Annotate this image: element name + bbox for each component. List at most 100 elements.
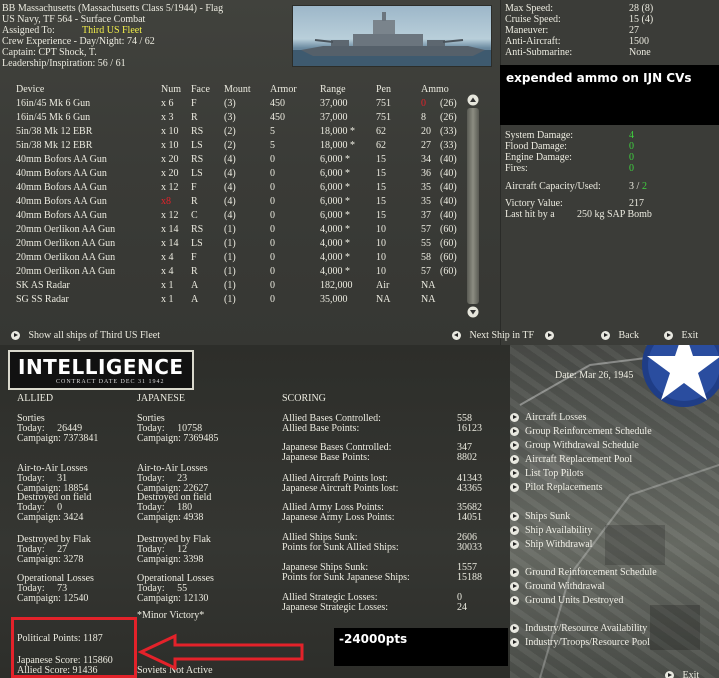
intel-menu-item[interactable]: Ground Units Destroyed <box>510 595 623 606</box>
exit-button[interactable]: Exit <box>664 330 698 341</box>
assigned-to-link[interactable]: Third US Fleet <box>82 25 142 36</box>
device-ammo: 0 <box>421 98 426 109</box>
device-range: 6,000 * <box>320 168 350 179</box>
arrow-left-icon[interactable] <box>452 331 461 341</box>
device-num: x 20 <box>161 154 179 165</box>
intel-menu-label: Ground Reinforcement Schedule <box>525 567 657 578</box>
intel-menu-label: Ships Sunk <box>525 511 571 522</box>
score-value: 24 <box>457 602 467 613</box>
table-row[interactable]: 20mm Oerlikon AA Gun x 4 F (1) 0 4,000 * 10 58 (… <box>0 252 480 266</box>
device-ammo: 35 <box>421 182 431 193</box>
scoring-header: SCORING <box>282 393 326 404</box>
col-mount: Mount <box>224 84 251 95</box>
device-mount: (3) <box>224 112 236 123</box>
col-face: Face <box>191 84 210 95</box>
table-row[interactable]: 5in/38 Mk 12 EBR x 10 LS (2) 5 18,000 * 62 27 (3… <box>0 140 480 154</box>
intel-menu-item[interactable]: Industry/Troops/Resource Pool <box>510 637 650 648</box>
device-pen: 15 <box>376 210 386 221</box>
device-ammo-max: (60) <box>440 224 457 235</box>
intel-exit-button[interactable]: Exit <box>665 670 699 678</box>
intel-menu-item[interactable]: Ground Withdrawal <box>510 581 605 592</box>
annotation-expended-ammo: expended ammo on IJN CVs <box>500 65 719 125</box>
device-armor: 450 <box>270 112 285 123</box>
intel-menu-item[interactable]: Group Reinforcement Schedule <box>510 426 652 437</box>
back-button[interactable]: Back <box>601 330 639 341</box>
device-ammo-max: (33) <box>440 140 457 151</box>
intel-menu-item[interactable]: Pilot Replacements <box>510 482 603 493</box>
intel-date: Date: Mar 26, 1945 <box>555 370 634 381</box>
device-name: 16in/45 Mk 6 Gun <box>16 112 91 123</box>
scroll-down-icon[interactable] <box>467 306 479 318</box>
intel-menu-item[interactable]: Aircraft Losses <box>510 412 586 423</box>
device-num: x 12 <box>161 182 179 193</box>
device-mount: (4) <box>224 210 236 221</box>
table-row[interactable]: SK AS Radar x 1 A (1) 0 182,000 Air NA <box>0 280 480 294</box>
device-name: 40mm Bofors AA Gun <box>16 168 107 179</box>
table-row[interactable]: 20mm Oerlikon AA Gun x 4 R (1) 0 4,000 * 10 57 (… <box>0 266 480 280</box>
arrow-right-icon <box>510 582 519 592</box>
device-table-header: Device Num Face Mount Armor Range Pen Am… <box>0 84 480 98</box>
table-row[interactable]: 40mm Bofors AA Gun x 20 RS (4) 0 6,000 * 15 34 (… <box>0 154 480 168</box>
intel-menu-label: Ship Withdrawal <box>525 539 593 550</box>
device-face: R <box>191 196 198 207</box>
device-mount: (4) <box>224 196 236 207</box>
intel-menu-label: Ground Withdrawal <box>525 581 605 592</box>
intel-menu-item[interactable]: Ground Reinforcement Schedule <box>510 567 657 578</box>
intel-menu-item[interactable]: Ships Sunk <box>510 511 570 522</box>
table-row[interactable]: 40mm Bofors AA Gun x8 R (4) 0 6,000 * 15 35 (40) <box>0 196 480 210</box>
intel-menu-item[interactable]: Group Withdrawal Schedule <box>510 440 639 451</box>
table-row[interactable]: 40mm Bofors AA Gun x 12 F (4) 0 6,000 * 15 35 (4… <box>0 182 480 196</box>
device-face: F <box>191 98 197 109</box>
col-num: Num <box>161 84 181 95</box>
device-face: LS <box>191 140 203 151</box>
col-device: Device <box>16 84 45 95</box>
scroll-up-icon[interactable] <box>467 94 479 106</box>
score-label: Japanese Base Points: <box>282 452 370 463</box>
arrow-right-icon <box>665 671 674 678</box>
us-star-emblem <box>640 345 719 409</box>
table-row[interactable]: 40mm Bofors AA Gun x 12 C (4) 0 6,000 * 15 37 (4… <box>0 210 480 224</box>
score-value: 16123 <box>457 423 482 434</box>
device-range: 182,000 <box>320 280 353 291</box>
intel-menu-item[interactable]: Ship Availability <box>510 525 592 536</box>
next-ship-button[interactable]: Next Ship in TF <box>452 330 554 341</box>
device-name: 40mm Bofors AA Gun <box>16 182 107 193</box>
table-row[interactable]: 20mm Oerlikon AA Gun x 14 LS (1) 0 4,000 * 10 5… <box>0 238 480 252</box>
arrow-right-icon <box>601 331 610 341</box>
arrow-right-icon <box>510 624 519 634</box>
device-range: 6,000 * <box>320 210 350 221</box>
device-ammo: 37 <box>421 210 431 221</box>
table-row[interactable]: 16in/45 Mk 6 Gun x 6 F (3) 450 37,000 751 0 (26) <box>0 98 480 112</box>
intel-menu-item[interactable]: Ship Withdrawal <box>510 539 592 550</box>
device-num: x 6 <box>161 98 174 109</box>
device-scrollbar[interactable] <box>466 94 480 319</box>
score-label: Points for Sunk Allied Ships: <box>282 542 399 553</box>
col-ammo: Ammo <box>421 84 449 95</box>
intel-menu-item[interactable]: List Top Pilots <box>510 468 584 479</box>
device-name: 40mm Bofors AA Gun <box>16 196 107 207</box>
intel-menu-label: Ground Units Destroyed <box>525 595 624 606</box>
device-range: 18,000 * <box>320 126 355 137</box>
leadership: Leadership/Inspiration: 56 / 61 <box>2 58 126 69</box>
device-ammo: NA <box>421 294 436 305</box>
intel-menu-item[interactable]: Industry/Resource Availability <box>510 623 647 634</box>
japanese-campaign: Campaign: 3398 <box>137 554 204 565</box>
table-row[interactable]: 20mm Oerlikon AA Gun x 14 RS (1) 0 4,000 * 10 5… <box>0 224 480 238</box>
device-armor: 0 <box>270 182 275 193</box>
device-num: x 10 <box>161 140 179 151</box>
device-name: 20mm Oerlikon AA Gun <box>16 252 116 263</box>
intel-menu-item[interactable]: Aircraft Replacement Pool <box>510 454 632 465</box>
logo-subtitle: CONTRACT DATE DEC 31 1942 <box>56 379 165 385</box>
show-all-ships-button[interactable]: Show all ships of Third US Fleet <box>11 330 160 341</box>
device-pen: Air <box>376 280 390 291</box>
device-face: LS <box>191 238 203 249</box>
device-pen: 15 <box>376 182 386 193</box>
device-armor: 0 <box>270 252 275 263</box>
table-row[interactable]: 16in/45 Mk 6 Gun x 3 R (3) 450 37,000 751 8 (26) <box>0 112 480 126</box>
device-mount: (1) <box>224 252 236 263</box>
scroll-thumb[interactable] <box>467 108 479 304</box>
table-row[interactable]: SG SS Radar x 1 A (1) 0 35,000 NA NA <box>0 294 480 308</box>
table-row[interactable]: 40mm Bofors AA Gun x 20 LS (4) 0 6,000 * 15 36 (… <box>0 168 480 182</box>
table-row[interactable]: 5in/38 Mk 12 EBR x 10 RS (2) 5 18,000 * 62 20 (3… <box>0 126 480 140</box>
arrow-right-icon[interactable] <box>544 331 554 341</box>
